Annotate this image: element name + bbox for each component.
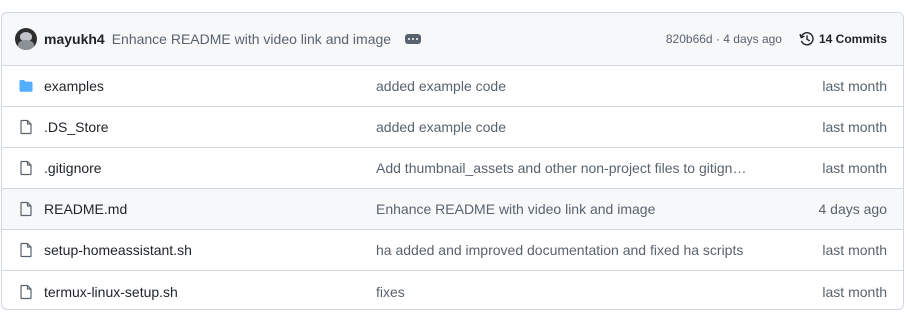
file-row[interactable]: .DS_Store added example code last month xyxy=(2,107,903,148)
file-row[interactable]: setup-homeassistant.sh ha added and impro… xyxy=(2,230,903,271)
file-commit-message-link[interactable]: added example code xyxy=(376,78,776,94)
avatar[interactable] xyxy=(15,28,37,50)
latest-commit-bar: mayukh4 Enhance README with video link a… xyxy=(2,13,903,66)
commit-author[interactable]: mayukh4 xyxy=(44,31,105,47)
file-commit-message-link[interactable]: fixes xyxy=(376,284,776,300)
file-icon xyxy=(18,160,34,176)
file-commit-message-link[interactable]: ha added and improved documentation and … xyxy=(376,242,776,258)
file-name-link[interactable]: setup-homeassistant.sh xyxy=(44,242,369,258)
file-commit-date: last month xyxy=(822,160,887,176)
file-name-link[interactable]: termux-linux-setup.sh xyxy=(44,284,369,300)
commit-sha-time[interactable]: 820b66d · 4 days ago xyxy=(666,32,782,46)
file-row[interactable]: examples added example code last month xyxy=(2,66,903,107)
file-name-link[interactable]: .gitignore xyxy=(44,160,369,176)
file-icon xyxy=(18,201,34,217)
commits-count: 14 Commits xyxy=(818,32,887,46)
file-commit-message-link[interactable]: Add thumbnail_assets and other non-proje… xyxy=(376,160,776,176)
file-name-link[interactable]: .DS_Store xyxy=(44,119,369,135)
commits-button[interactable]: 14 Commits xyxy=(799,31,887,47)
file-commit-message-link[interactable]: Enhance README with video link and image xyxy=(376,201,776,217)
file-commit-message-link[interactable]: added example code xyxy=(376,119,776,135)
file-name-link[interactable]: examples xyxy=(44,78,369,94)
file-commit-date: last month xyxy=(822,119,887,135)
file-row[interactable]: .gitignore Add thumbnail_assets and other… xyxy=(2,148,903,189)
history-icon xyxy=(799,32,814,46)
file-list: examples added example code last month .DS_… xyxy=(2,66,903,309)
file-commit-date: 4 days ago xyxy=(818,201,888,217)
commit-message[interactable]: Enhance README with video link and image xyxy=(112,31,391,47)
file-name-link[interactable]: README.md xyxy=(44,201,369,217)
file-browser: mayukh4 Enhance README with video link a… xyxy=(1,12,904,310)
file-commit-date: last month xyxy=(822,78,887,94)
file-icon xyxy=(18,242,34,258)
file-commit-date: last month xyxy=(822,242,887,258)
file-row[interactable]: README.md Enhance README with video link … xyxy=(2,189,903,230)
ellipsis-icon[interactable] xyxy=(405,34,422,44)
file-row[interactable]: termux-linux-setup.sh fixes last month xyxy=(2,271,903,309)
file-icon xyxy=(18,119,34,135)
file-icon xyxy=(18,284,34,300)
folder-icon xyxy=(18,78,34,94)
file-commit-date: last month xyxy=(822,283,887,300)
